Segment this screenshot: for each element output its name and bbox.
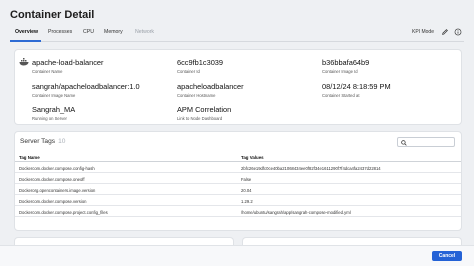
kpi-mode-label[interactable]: KPI Mode (412, 29, 434, 35)
tags-table-header: Tag Name Tag Values (15, 152, 461, 162)
tag-name-cell: Dockercom.docker.compose.oneoff (19, 176, 85, 182)
container-hostname-field: apacheloadbalancer Container Hostname (177, 82, 244, 98)
tab-overview[interactable]: Overview (15, 29, 38, 35)
table-row: Dockercom.docker.compose.project.config_… (15, 206, 461, 217)
container-image-name-value: sangrah/apacheloadbalancer:1.0 (32, 82, 140, 91)
footer-bar: Cancel (0, 245, 474, 266)
container-started-label: Container Started at (322, 93, 360, 98)
tag-name-cell: Dockercom.docker.compose.config-hash (19, 165, 95, 171)
tab-network: Network (135, 29, 155, 35)
container-info-card: apache-load-balancer Container Name 6cc9… (14, 49, 462, 125)
docker-icon (19, 58, 29, 66)
table-row: Dockerorg.opencontainers.image.version 2… (15, 184, 461, 195)
page-title: Container Detail (10, 9, 95, 21)
pencil-icon[interactable] (441, 28, 449, 36)
info-icon[interactable] (454, 28, 462, 36)
tag-value-cell: /home/ubuntu/sangrah/app/sangrah-compose… (241, 209, 351, 215)
table-row: Dockercom.docker.compose.oneoff False (15, 173, 461, 184)
tag-value-cell: 1.29.2 (241, 198, 253, 204)
container-hostname-value: apacheloadbalancer (177, 82, 244, 91)
cancel-button[interactable]: Cancel (432, 251, 462, 261)
server-label: Running on Server (32, 116, 67, 121)
tab-bar: Overview Processes CPU Memory Network KP… (10, 28, 464, 42)
tag-name-cell: Dockerorg.opencontainers.image.version (19, 187, 96, 193)
tag-value-cell: 2bfc26e19dfc0ce40ba21068434ee0f82f34e161… (241, 165, 381, 171)
server-tags-count: 10 (58, 138, 66, 145)
tag-search-input[interactable] (409, 139, 453, 146)
lower-card-right (242, 237, 462, 245)
search-icon (401, 140, 407, 146)
container-started-value: 08/12/24 8:18:59 PM (322, 82, 391, 91)
tag-value-cell: 20.04 (241, 187, 252, 193)
lower-card-left (14, 237, 234, 245)
apm-correlation-link[interactable]: APM Correlation (177, 105, 231, 114)
tag-name-cell: Dockercom.docker.compose.project.config_… (19, 209, 108, 215)
apm-correlation-label: Link to Node Dashboard (177, 116, 223, 121)
table-row: Dockercom.docker.compose.version 1.29.2 (15, 195, 461, 206)
container-name-value: apache-load-balancer (32, 58, 104, 67)
column-header-tag-name[interactable]: Tag Name (19, 155, 40, 160)
container-started-field: 08/12/24 8:18:59 PM Container Started at (322, 82, 391, 98)
container-id-value: 6cc9fb1c3039 (177, 58, 224, 67)
tag-value-cell: False (241, 176, 252, 182)
tag-search-box[interactable] (397, 137, 455, 147)
column-header-tag-values[interactable]: Tag Values (241, 155, 264, 160)
container-id-label: Container Id (177, 69, 200, 74)
apm-correlation-field: APM Correlation Link to Node Dashboard (177, 105, 231, 121)
server-tags-card: Server Tags 10 Tag Name Tag Values Docker… (14, 131, 462, 231)
tab-memory[interactable]: Memory (104, 29, 123, 35)
tag-name-cell: Dockercom.docker.compose.version (19, 198, 87, 204)
server-value[interactable]: Sangrah_MA (32, 105, 75, 114)
container-image-id-field: b36bbafa64b9 Container Image Id (322, 58, 369, 74)
container-id-field: 6cc9fb1c3039 Container Id (177, 58, 223, 74)
active-tab-indicator (10, 40, 41, 42)
server-tags-heading: Server Tags 10 (20, 138, 65, 145)
container-image-name-field: sangrah/apacheloadbalancer:1.0 Container… (32, 82, 140, 98)
container-name-field: apache-load-balancer Container Name (19, 58, 104, 74)
tab-processes[interactable]: Processes (48, 29, 72, 35)
table-row: Dockercom.docker.compose.config-hash 2bf… (15, 162, 461, 173)
server-tags-title: Server Tags (20, 138, 56, 145)
container-hostname-label: Container Hostname (177, 93, 216, 98)
container-name-label: Container Name (32, 69, 63, 74)
container-image-id-label: Container Image Id (322, 69, 358, 74)
container-image-name-label: Container Image Name (32, 93, 76, 98)
tab-cpu[interactable]: CPU (83, 29, 94, 35)
container-image-id-value: b36bbafa64b9 (322, 58, 370, 67)
server-field: Sangrah_MA Running on Server (32, 105, 75, 121)
